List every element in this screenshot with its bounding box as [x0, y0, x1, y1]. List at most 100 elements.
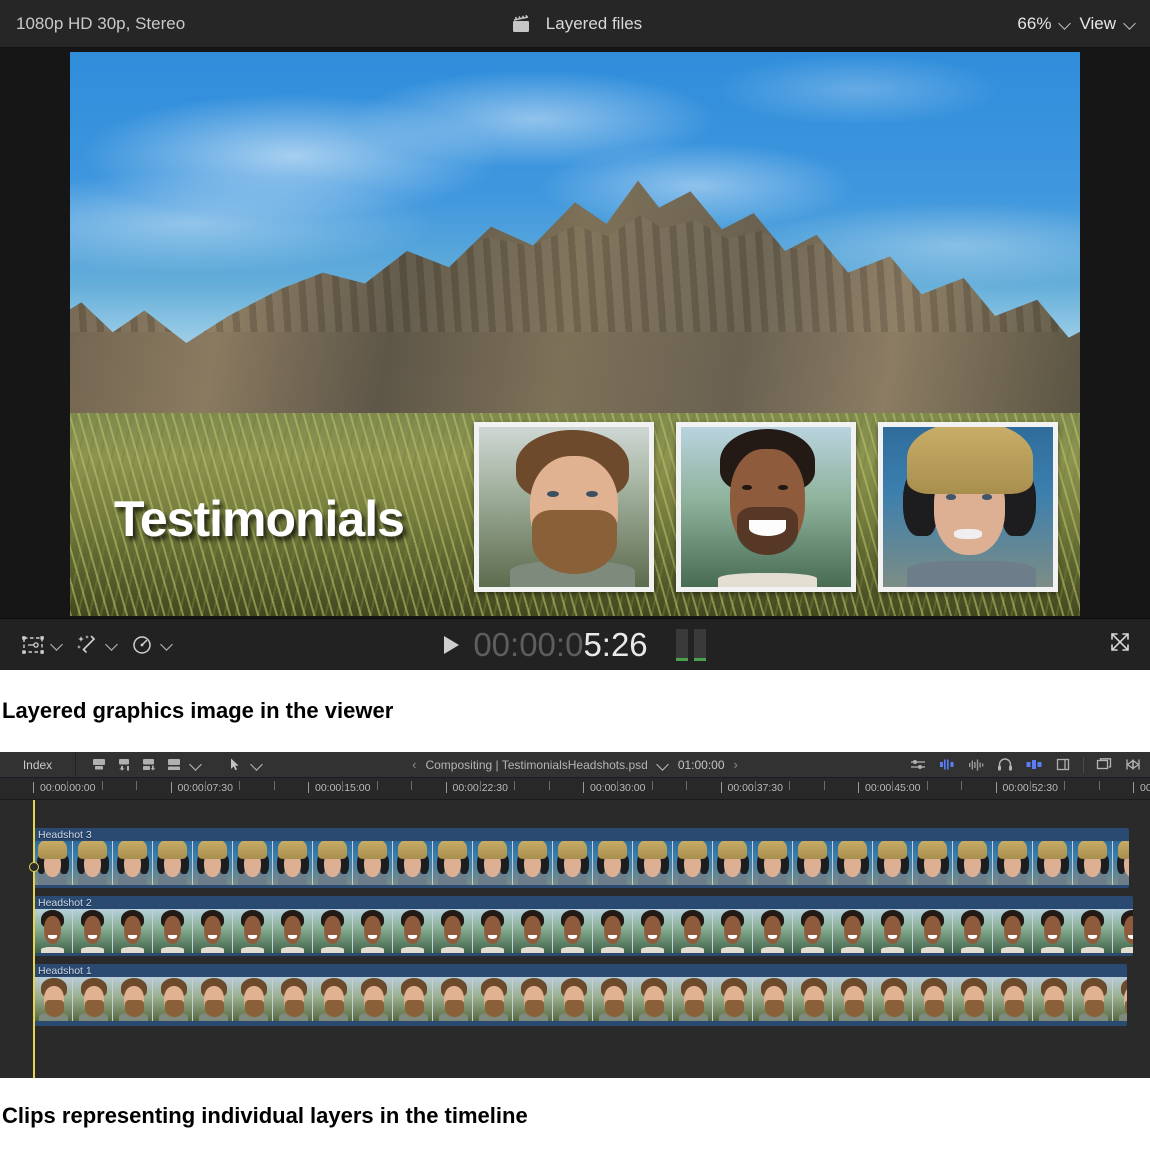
ruler-tick-major: [171, 782, 172, 793]
ruler-tick-major: [996, 782, 997, 793]
filmstrip-thumbnail: [1113, 977, 1127, 1021]
filmstrip-thumbnail: [1073, 977, 1113, 1021]
ruler-tick-minor: [686, 781, 687, 790]
playhead[interactable]: [33, 800, 35, 1078]
filmstrip-thumbnail: [713, 977, 753, 1021]
timeline-caption: Clips representing individual layers in …: [0, 1078, 1150, 1154]
overlay-title-text: Testimonials: [114, 490, 404, 548]
close-timeline-icon[interactable]: [1124, 757, 1142, 772]
retime-button[interactable]: [126, 630, 177, 660]
speed-gauge-icon: [130, 633, 156, 657]
enhancements-wand-icon: [75, 633, 101, 657]
viewer-bottom-toolbar: 00:00:05:26: [0, 618, 1150, 670]
audio-meters-icon[interactable]: [967, 757, 985, 772]
filmstrip-thumbnail: [953, 977, 993, 1021]
enhancements-chevron-down-icon[interactable]: [106, 639, 118, 651]
ruler-tick-minor: [789, 781, 790, 790]
clip-appearance-icon[interactable]: [909, 757, 927, 772]
filmstrip-thumbnail: [713, 841, 753, 885]
project-title: Layered files: [546, 14, 642, 34]
ruler-tick-minor: [1064, 781, 1065, 790]
filmstrip-thumbnail: [153, 909, 193, 953]
chevron-left-icon[interactable]: ‹: [412, 757, 416, 772]
clip-name-label: Headshot 3: [38, 829, 92, 841]
audio-meters[interactable]: [676, 629, 706, 661]
filmstrip-thumbnail: [473, 841, 513, 885]
filmstrip-thumbnail: [873, 841, 913, 885]
timeline-clip[interactable]: Headshot 2: [33, 896, 1133, 956]
filmstrip-thumbnail: [793, 841, 833, 885]
zoom-chevron-down-icon[interactable]: [1059, 18, 1071, 30]
filmstrip-thumbnail: [593, 909, 633, 953]
ruler-tick-minor: [377, 781, 378, 790]
filmstrip-thumbnail: [393, 977, 433, 1021]
headshot-overlay-group: [474, 422, 1058, 592]
ruler-tick-minor: [67, 781, 68, 790]
transform-chevron-down-icon[interactable]: [51, 639, 63, 651]
insert-edit-icon[interactable]: [115, 757, 133, 772]
transform-tool-button[interactable]: [16, 630, 67, 660]
filmstrip-thumbnail: [33, 841, 73, 885]
viewer-tool-group: [0, 630, 177, 660]
zoom-to-fit-icon[interactable]: [1095, 757, 1113, 772]
ruler-tick-major: [583, 782, 584, 793]
filmstrip-thumbnail: [913, 977, 953, 1021]
filmstrip-thumbnail: [753, 909, 793, 953]
ruler-tick-minor: [961, 781, 962, 790]
filmstrip-thumbnail: [1113, 841, 1129, 885]
filmstrip-thumbnail: [993, 909, 1033, 953]
index-button[interactable]: Index: [0, 752, 76, 778]
filmstrip-thumbnail: [753, 841, 793, 885]
replace-edit-icon[interactable]: [165, 757, 183, 772]
filmstrip-thumbnail: [753, 977, 793, 1021]
clip-skimming-icon[interactable]: [1025, 757, 1043, 772]
breadcrumb-timecode: 01:00:00: [678, 758, 725, 772]
clapperboard-icon: [508, 12, 534, 36]
breadcrumb-path[interactable]: Compositing | TestimonialsHeadshots.psd: [425, 758, 647, 772]
filmstrip-thumbnail: [633, 909, 673, 953]
filmstrip-thumbnail: [33, 977, 73, 1021]
overwrite-edit-icon[interactable]: [140, 757, 158, 772]
append-edit-icon[interactable]: [90, 757, 108, 772]
headphones-solo-icon[interactable]: [996, 757, 1014, 772]
ruler-tick-minor: [652, 781, 653, 790]
filmstrip-thumbnail: [193, 977, 233, 1021]
filmstrip-thumbnail: [993, 841, 1033, 885]
fullscreen-button[interactable]: [1108, 630, 1132, 659]
video-frame-image: Testimonials: [70, 52, 1080, 616]
ruler-tick-major: [446, 782, 447, 793]
filmstrip-thumbnail: [193, 841, 233, 885]
zoom-level-value[interactable]: 66%: [1017, 14, 1051, 34]
filmstrip-thumbnail: [673, 909, 713, 953]
view-menu-label[interactable]: View: [1079, 14, 1116, 34]
timeline-right-tools: [909, 757, 1142, 773]
filmstrip-thumbnail: [593, 977, 633, 1021]
filmstrip-thumbnail: [113, 841, 153, 885]
retime-chevron-down-icon[interactable]: [161, 639, 173, 651]
filmstrip-thumbnail: [73, 841, 113, 885]
clip-height-icon[interactable]: [1054, 757, 1072, 772]
edit-tools-chevron-down-icon[interactable]: [190, 759, 202, 771]
filmstrip-thumbnail: [113, 909, 153, 953]
transform-tool-icon: [20, 633, 46, 657]
view-chevron-down-icon[interactable]: [1124, 18, 1136, 30]
filmstrip-thumbnail: [513, 841, 553, 885]
viewer-timecode[interactable]: 00:00:05:26: [473, 626, 647, 664]
timeline-clip[interactable]: Headshot 3: [33, 828, 1129, 888]
filmstrip-thumbnail: [513, 909, 553, 953]
filmstrip-thumbnail: [1113, 909, 1133, 953]
filmstrip-thumbnail: [953, 909, 993, 953]
breadcrumb-chevron-down-icon[interactable]: [657, 759, 669, 771]
tool-chevron-down-icon[interactable]: [251, 759, 263, 771]
filmstrip-thumbnail: [433, 909, 473, 953]
timeline-clip[interactable]: Headshot 1: [33, 964, 1127, 1026]
ruler-tick-minor: [549, 781, 550, 790]
filmstrip-thumbnail: [433, 841, 473, 885]
chevron-right-icon[interactable]: ›: [734, 757, 738, 772]
select-arrow-tool-icon[interactable]: [226, 757, 244, 772]
enhancements-button[interactable]: [71, 630, 122, 660]
timeline-ruler[interactable]: 00:00:00:0000:00:07:3000:00:15:0000:00:2…: [0, 778, 1150, 800]
filmstrip-thumbnail: [953, 841, 993, 885]
filmstrip-thumbnail: [353, 977, 393, 1021]
audio-waveform-icon[interactable]: [938, 757, 956, 772]
